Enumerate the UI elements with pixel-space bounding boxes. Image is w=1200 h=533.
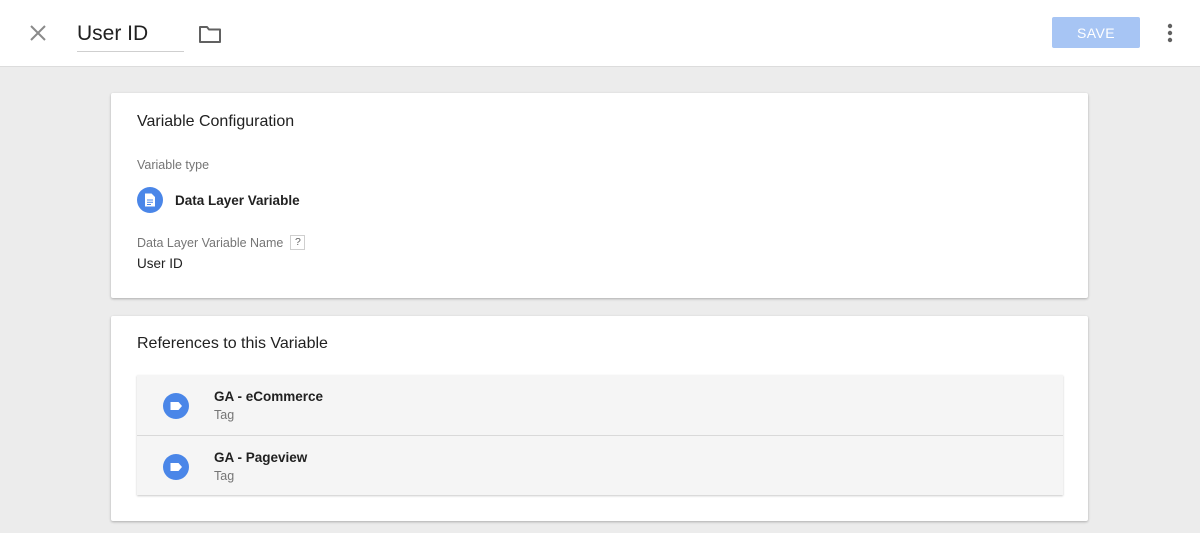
tag-icon [163,454,189,485]
reference-kind: Tag [214,469,235,483]
variable-type-label: Variable type [137,158,210,172]
reference-item[interactable]: GA - eCommerce Tag [137,375,1063,435]
reference-kind: Tag [214,408,235,422]
reference-name: GA - eCommerce [214,389,324,404]
card-title: Variable Configuration [137,113,295,130]
help-icon[interactable]: ? [290,235,306,250]
top-bar: User ID SAVE [0,0,1200,67]
variable-type-value: Data Layer Variable [175,192,300,208]
reference-name: GA - Pageview [214,450,308,465]
more-vert-icon[interactable] [1158,20,1182,46]
save-button[interactable]: SAVE [1052,17,1140,48]
variable-configuration-card[interactable]: Variable Configuration Variable type Dat… [111,93,1088,298]
document-icon [137,187,163,213]
references-card: References to this Variable GA - eCommer… [111,316,1088,521]
folder-icon[interactable] [197,22,223,46]
page-title: User ID [77,22,149,45]
reference-item[interactable]: GA - Pageview Tag [137,435,1063,495]
variable-type-row: Data Layer Variable [137,187,300,213]
data-layer-variable-name-label-text: Data Layer Variable Name [137,235,284,250]
close-icon[interactable] [26,21,50,45]
reference-text: GA - Pageview Tag [214,450,307,484]
data-layer-variable-name-label: Data Layer Variable Name ? [137,235,306,250]
card-title: References to this Variable [137,335,328,352]
variable-name-input[interactable]: User ID [77,17,184,52]
tag-icon [163,393,189,424]
references-list: GA - eCommerce Tag GA - Pageview Tag [137,375,1063,495]
reference-text: GA - eCommerce Tag [214,389,323,423]
data-layer-variable-name-value: User ID [137,256,183,271]
